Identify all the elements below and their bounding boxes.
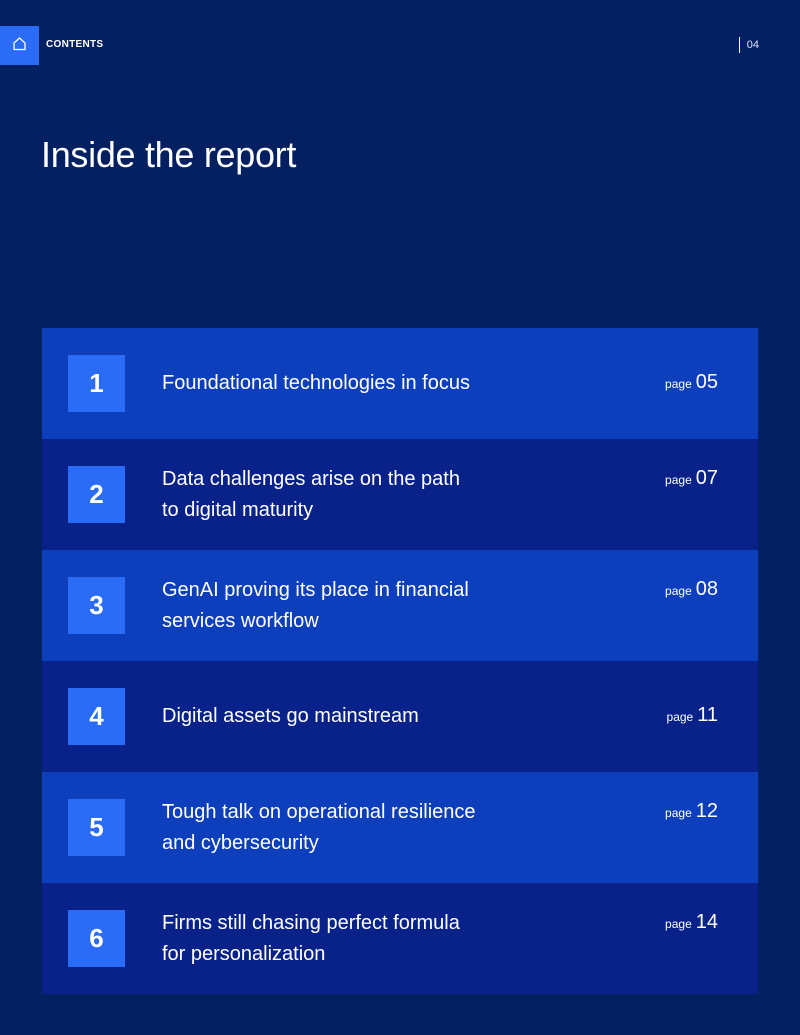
toc-page-value: 05 bbox=[695, 371, 718, 393]
toc-page-word: page bbox=[665, 377, 692, 391]
table-of-contents: 1 Foundational technologies in focus pag… bbox=[42, 328, 758, 994]
toc-item-page[interactable]: page 14 bbox=[665, 911, 718, 934]
toc-item-title: Digital assets go mainstream bbox=[162, 705, 419, 727]
toc-page-word: page bbox=[665, 473, 692, 487]
toc-page-word: page bbox=[665, 806, 692, 820]
toc-page-value: 08 bbox=[695, 578, 718, 600]
toc-item-6[interactable]: 6 Firms still chasing perfect formula fo… bbox=[42, 883, 758, 994]
toc-page-value: 12 bbox=[695, 800, 718, 822]
toc-item-number: 2 bbox=[68, 466, 125, 523]
toc-item-page[interactable]: page 05 bbox=[665, 371, 718, 394]
toc-item-number: 3 bbox=[68, 577, 125, 634]
home-icon bbox=[12, 36, 27, 56]
home-button[interactable] bbox=[0, 26, 39, 65]
toc-page-word: page bbox=[665, 917, 692, 931]
toc-item-5[interactable]: 5 Tough talk on operational resilience a… bbox=[42, 772, 758, 883]
toc-item-1[interactable]: 1 Foundational technologies in focus pag… bbox=[42, 328, 758, 439]
toc-item-title: Data challenges arise on the path to dig… bbox=[162, 467, 460, 521]
toc-page-value: 11 bbox=[697, 704, 718, 726]
toc-item-number: 6 bbox=[68, 910, 125, 967]
toc-item-3[interactable]: 3 GenAI proving its place in financial s… bbox=[42, 550, 758, 661]
toc-page-value: 07 bbox=[695, 467, 718, 489]
toc-item-4[interactable]: 4 Digital assets go mainstream page 11 bbox=[42, 661, 758, 772]
toc-page-value: 14 bbox=[695, 911, 718, 933]
page-title: Inside the report bbox=[41, 134, 297, 175]
toc-item-number: 5 bbox=[68, 799, 125, 856]
toc-item-title: Tough talk on operational resilience and… bbox=[162, 800, 476, 854]
page-number: 04 bbox=[746, 39, 759, 51]
toc-item-title: GenAI proving its place in financial ser… bbox=[162, 578, 469, 632]
toc-item-2[interactable]: 2 Data challenges arise on the path to d… bbox=[42, 439, 758, 550]
page-number-divider bbox=[738, 37, 740, 53]
toc-page-word: page bbox=[665, 584, 692, 598]
toc-item-number: 4 bbox=[68, 688, 125, 745]
toc-item-title: Foundational technologies in focus bbox=[162, 372, 470, 394]
toc-item-page[interactable]: page 08 bbox=[665, 578, 718, 601]
toc-item-number: 1 bbox=[68, 355, 125, 412]
toc-page-word: page bbox=[666, 710, 694, 724]
toc-item-title: Firms still chasing perfect formula for … bbox=[162, 911, 460, 965]
section-label: CONTENTS bbox=[46, 39, 104, 50]
page-number-indicator: 04 bbox=[738, 37, 759, 53]
toc-item-page[interactable]: page 12 bbox=[665, 800, 718, 823]
toc-item-page[interactable]: page 11 bbox=[667, 704, 718, 727]
toc-item-page[interactable]: page 07 bbox=[665, 467, 718, 490]
